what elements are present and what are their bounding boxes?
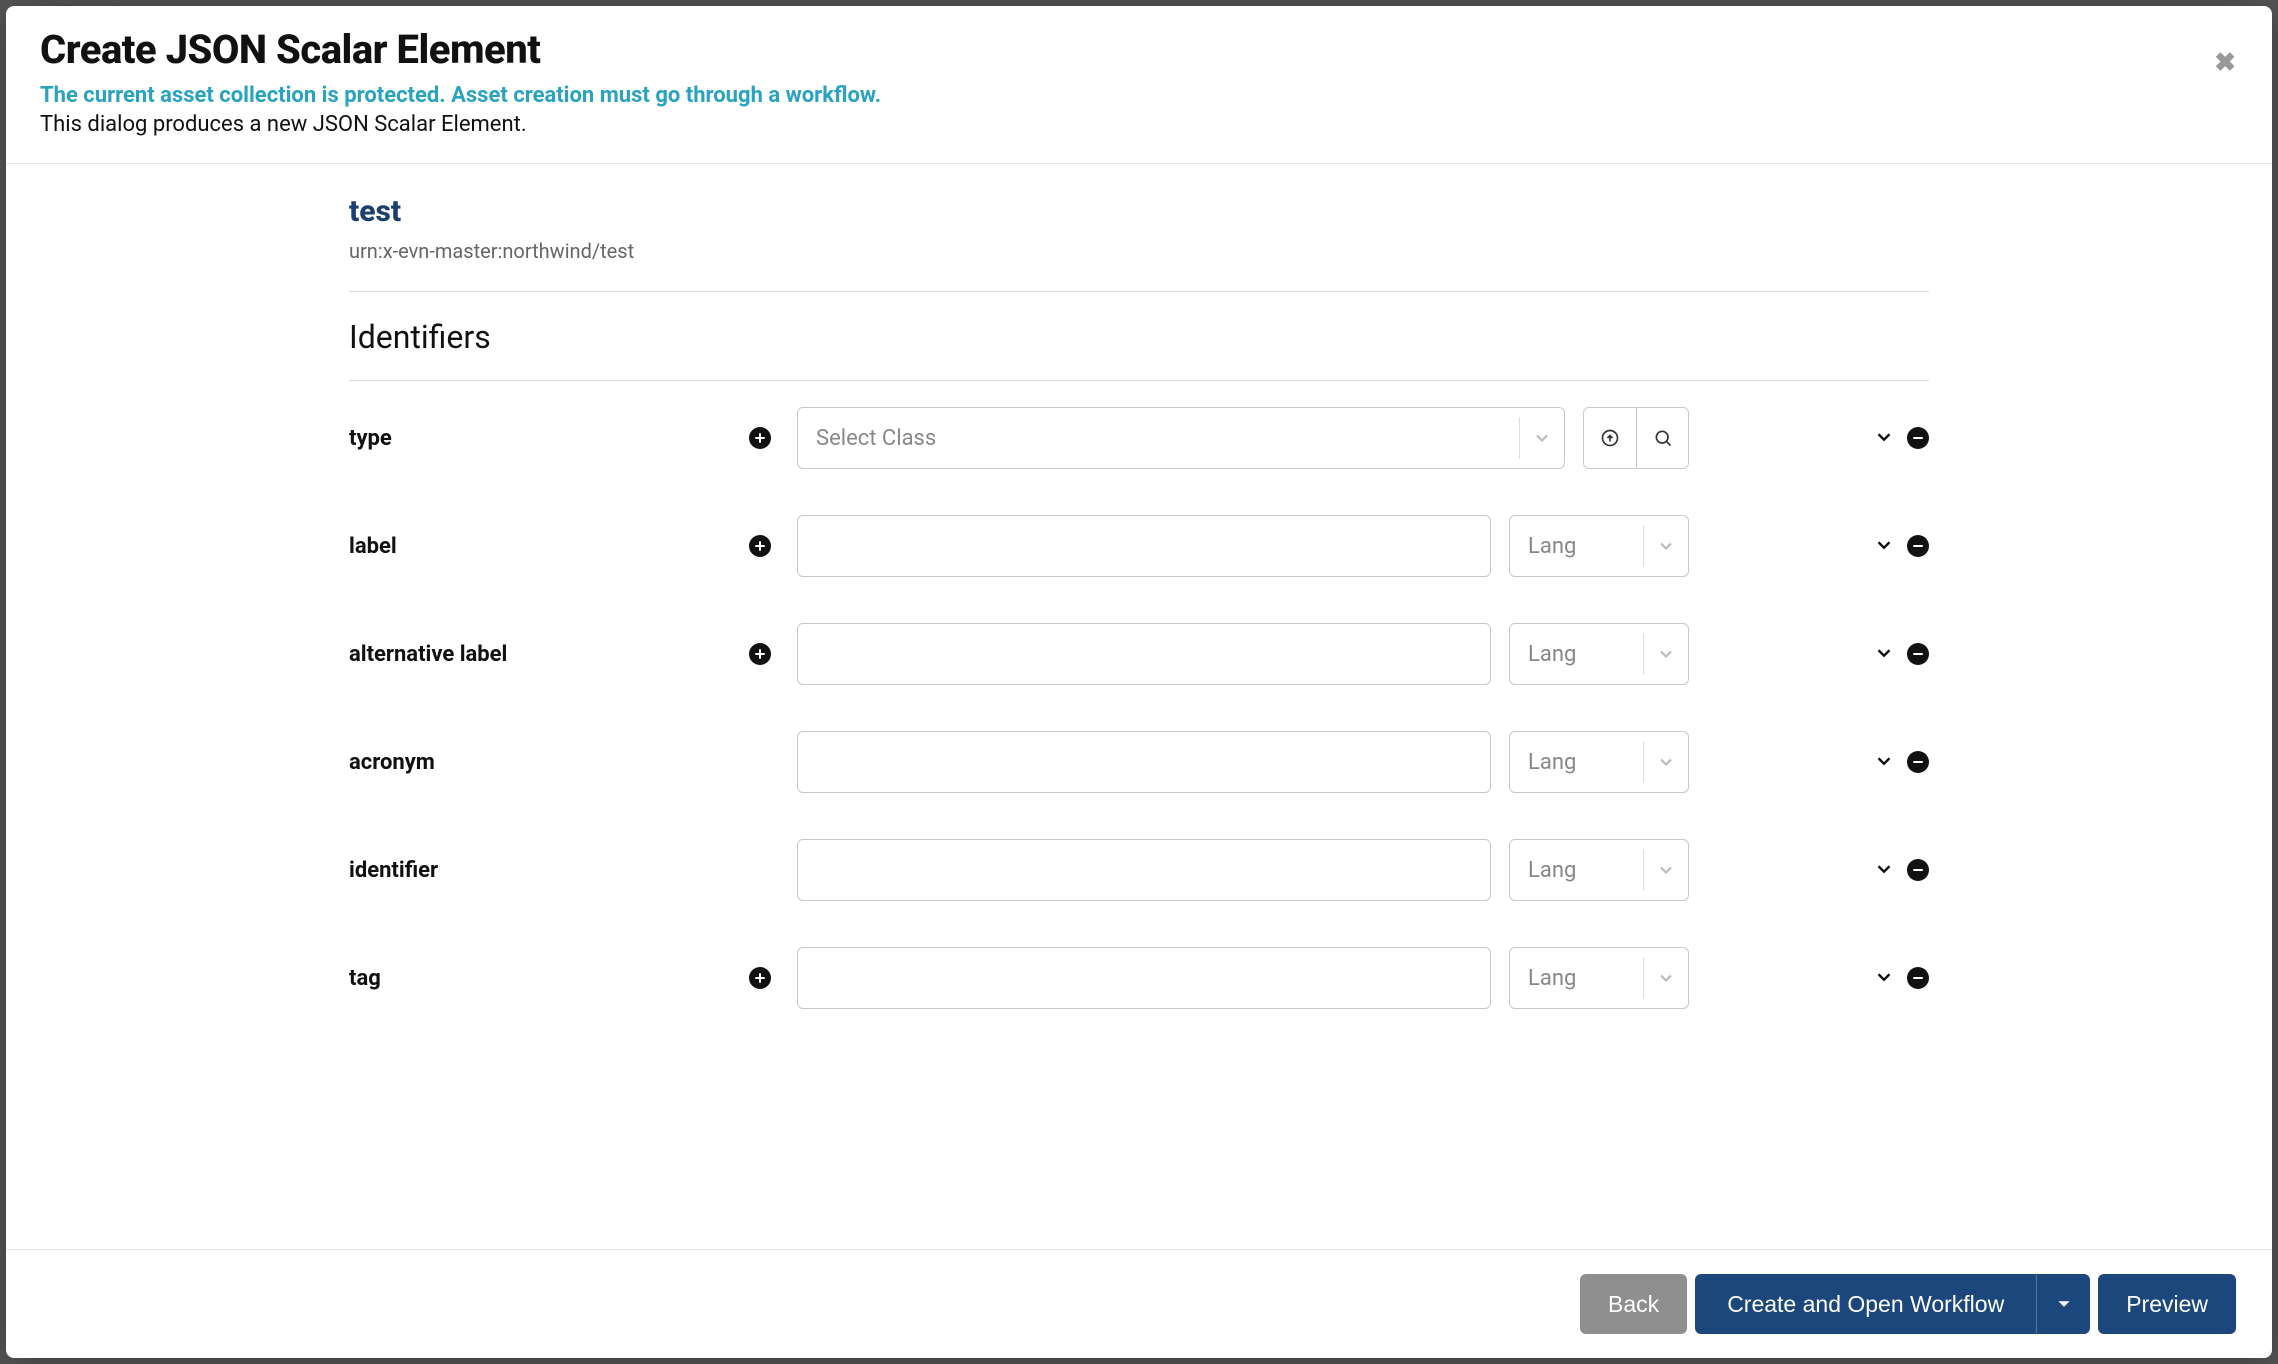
field-label-identifier: identifier [349,858,438,883]
language-select[interactable]: Lang [1509,731,1689,793]
chevron-down-icon [1656,860,1676,880]
chevron-down-icon [1656,644,1676,664]
add-value-button[interactable] [749,967,771,989]
upload-icon [1600,428,1620,448]
remove-value-button[interactable] [1907,643,1929,665]
chevron-down-icon [1873,534,1895,556]
chevron-down-icon [1656,536,1676,556]
field-row-identifier: identifier Lang [349,839,1929,901]
field-row-type: type Select Class [349,407,1929,469]
language-placeholder: Lang [1528,750,1576,775]
field-menu-button[interactable] [1869,638,1899,671]
class-action-group [1583,407,1689,469]
add-value-button[interactable] [749,427,771,449]
class-select-placeholder: Select Class [816,426,936,451]
field-row-tag: tag Lang [349,947,1929,1009]
create-open-workflow-button[interactable]: Create and Open Workflow [1695,1274,2036,1334]
tag-input[interactable] [797,947,1491,1009]
field-menu-button[interactable] [1869,746,1899,779]
modal-subtitle: This dialog produces a new JSON Scalar E… [40,112,2238,137]
field-row-acronym: acronym Lang [349,731,1929,793]
close-icon[interactable]: ✖ [2208,46,2242,79]
alt-label-input[interactable] [797,623,1491,685]
remove-value-button[interactable] [1907,859,1929,881]
chevron-down-icon [1656,968,1676,988]
add-value-button[interactable] [749,643,771,665]
create-asset-modal: Create JSON Scalar Element The current a… [6,6,2272,1358]
divider [349,380,1929,381]
label-input[interactable] [797,515,1491,577]
minus-icon [1913,757,1923,767]
plus-icon [755,649,765,659]
caret-down-icon [2057,1297,2071,1311]
language-placeholder: Lang [1528,642,1576,667]
plus-icon [755,973,765,983]
chevron-down-icon [1873,750,1895,772]
language-placeholder: Lang [1528,966,1576,991]
language-select[interactable]: Lang [1509,839,1689,901]
back-button[interactable]: Back [1580,1274,1687,1334]
modal-footer: Back Create and Open Workflow Preview [6,1249,2272,1358]
field-label-acronym: acronym [349,750,435,775]
create-workflow-dropdown-button[interactable] [2036,1274,2090,1334]
language-select[interactable]: Lang [1509,947,1689,1009]
field-label-tag: tag [349,966,381,991]
field-menu-button[interactable] [1869,422,1899,455]
modal-warning: The current asset collection is protecte… [40,83,2238,108]
add-value-button[interactable] [749,535,771,557]
section-identifiers-title: Identifiers [349,318,1929,356]
chevron-down-icon [1532,428,1552,448]
chevron-down-icon [1873,966,1895,988]
language-select[interactable]: Lang [1509,515,1689,577]
chevron-down-icon [1873,426,1895,448]
language-select[interactable]: Lang [1509,623,1689,685]
minus-icon [1913,865,1923,875]
field-row-label: label Lang [349,515,1929,577]
divider [349,291,1929,292]
modal-body[interactable]: test urn:x-evn-master:northwind/test Ide… [6,164,2272,1249]
language-placeholder: Lang [1528,534,1576,559]
create-new-class-button[interactable] [1584,408,1636,468]
minus-icon [1913,433,1923,443]
create-workflow-split-button: Create and Open Workflow [1695,1274,2090,1334]
chevron-down-icon [1873,858,1895,880]
field-menu-button[interactable] [1869,854,1899,887]
preview-button[interactable]: Preview [2098,1274,2236,1334]
acronym-input[interactable] [797,731,1491,793]
plus-icon [755,541,765,551]
search-icon [1653,428,1673,448]
class-select[interactable]: Select Class [797,407,1565,469]
remove-value-button[interactable] [1907,427,1929,449]
asset-name-link[interactable]: test [349,194,1929,229]
identifier-input[interactable] [797,839,1491,901]
minus-icon [1913,649,1923,659]
remove-value-button[interactable] [1907,967,1929,989]
asset-urn: urn:x-evn-master:northwind/test [349,239,1929,263]
field-row-alt-label: alternative label Lang [349,623,1929,685]
language-placeholder: Lang [1528,858,1576,883]
modal-title: Create JSON Scalar Element [40,26,2238,73]
field-label-label: label [349,534,397,559]
remove-value-button[interactable] [1907,535,1929,557]
field-menu-button[interactable] [1869,962,1899,995]
plus-icon [755,433,765,443]
field-label-type: type [349,426,392,451]
field-menu-button[interactable] [1869,530,1899,563]
chevron-down-icon [1656,752,1676,772]
minus-icon [1913,973,1923,983]
remove-value-button[interactable] [1907,751,1929,773]
modal-header: Create JSON Scalar Element The current a… [6,6,2272,164]
chevron-down-icon [1873,642,1895,664]
search-class-button[interactable] [1636,408,1688,468]
minus-icon [1913,541,1923,551]
field-label-alt-label: alternative label [349,642,507,667]
